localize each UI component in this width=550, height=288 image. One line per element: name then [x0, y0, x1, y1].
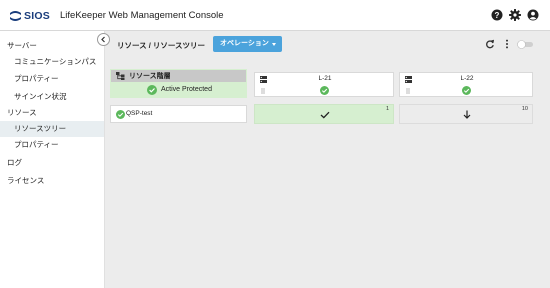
- resource-hierarchy-title: リソース階層: [129, 73, 171, 80]
- hierarchy-status-text: Active Protected: [161, 86, 212, 93]
- status-count-l22: 10: [521, 106, 528, 112]
- account-icon[interactable]: [527, 9, 539, 21]
- sidebar-collapse-button[interactable]: [97, 33, 110, 46]
- operation-label: オペレーション: [220, 40, 269, 47]
- sidebar-item-log[interactable]: ログ: [0, 155, 104, 171]
- help-icon[interactable]: ?: [491, 9, 503, 21]
- status-count-l21: 1: [385, 106, 389, 112]
- logo-text: SIOS: [24, 10, 50, 22]
- drag-handle-icon[interactable]: [406, 88, 410, 94]
- resource-name: QSP-test: [126, 110, 153, 117]
- chevron-left-icon: [101, 36, 105, 43]
- arrow-down-icon: [463, 110, 471, 119]
- drag-handle-icon[interactable]: [261, 88, 265, 94]
- sidebar-item-communication-path[interactable]: コミュニケーションパス: [0, 54, 104, 70]
- sidebar-item-resource[interactable]: リソース: [0, 105, 104, 121]
- check-circle-icon: [462, 86, 471, 95]
- app-title: LifeKeeper Web Management Console: [60, 10, 224, 21]
- node-header-l21[interactable]: L-21: [254, 72, 394, 97]
- sidebar-item-resource-tree[interactable]: リソースツリー: [0, 121, 104, 137]
- checkmark-icon: [320, 111, 330, 119]
- caret-down-icon: [272, 43, 276, 46]
- resource-hierarchy-card: リソース階層 Active Protected: [110, 69, 247, 98]
- resource-hierarchy-header: リソース階層: [111, 70, 246, 82]
- breadcrumb: リソース / リソースツリー: [117, 41, 206, 50]
- resource-status-l21[interactable]: 1: [254, 104, 394, 124]
- sidebar-item-license[interactable]: ライセンス: [0, 173, 104, 189]
- more-vertical-icon[interactable]: [502, 39, 512, 49]
- sidebar-item-resource-properties[interactable]: プロパティー: [0, 137, 104, 153]
- top-bar: SIOS LifeKeeper Web Management Console ?: [0, 0, 550, 31]
- resource-status-l22[interactable]: 10: [399, 104, 533, 124]
- sidebar-item-server-properties[interactable]: プロパティー: [0, 71, 104, 87]
- svg-text:?: ?: [495, 11, 500, 20]
- sios-logo-mark-icon: [10, 11, 21, 21]
- node-name-l22: L-22: [460, 75, 474, 82]
- refresh-icon[interactable]: [485, 39, 495, 49]
- check-circle-icon: [147, 85, 157, 95]
- sidebar: サーバー コミュニケーションパス プロパティー サインイン状況 リソース リソー…: [0, 31, 105, 288]
- sios-logo: SIOS: [9, 9, 50, 23]
- operation-dropdown-button[interactable]: オペレーション: [213, 36, 282, 52]
- hierarchy-icon: [116, 72, 125, 80]
- node-name-l21: L-21: [318, 75, 332, 82]
- check-circle-icon: [320, 86, 329, 95]
- node-header-l22[interactable]: L-22: [399, 72, 533, 97]
- check-circle-icon: [116, 110, 125, 119]
- sidebar-item-signin-status[interactable]: サインイン状況: [0, 89, 104, 105]
- toggle-switch[interactable]: [517, 40, 534, 49]
- gear-icon[interactable]: [509, 9, 521, 21]
- sidebar-item-server[interactable]: サーバー: [0, 38, 104, 54]
